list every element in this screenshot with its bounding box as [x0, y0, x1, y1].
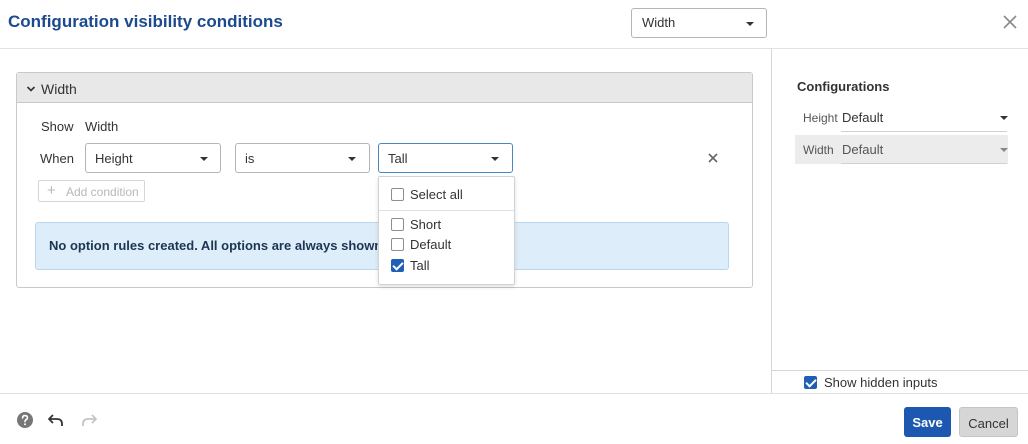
condition-input-value: Height: [95, 151, 133, 166]
condition-input-select[interactable]: Height: [85, 143, 221, 173]
option-label: Short: [410, 217, 442, 232]
chevron-down-icon: [200, 157, 208, 161]
menu-divider: [379, 210, 514, 211]
option-dropdown-menu: Select all Short Default Tall: [378, 176, 515, 285]
show-value: Width: [85, 119, 119, 134]
when-label: When: [40, 151, 74, 166]
configuration-select-value: Width: [642, 15, 676, 30]
show-label: Show: [41, 119, 74, 134]
select-all-label: Select all: [410, 187, 463, 202]
configuration-row-height[interactable]: Height Default: [795, 103, 1008, 132]
configuration-value: Default: [842, 110, 884, 125]
option-checkbox[interactable]: [391, 218, 404, 231]
condition-option-value: Tall: [388, 151, 408, 166]
chevron-down-icon[interactable]: [26, 82, 36, 92]
add-condition-button[interactable]: + Add condition: [38, 180, 145, 202]
chevron-down-icon: [1000, 116, 1008, 120]
info-message: No option rules created. All options are…: [49, 238, 386, 253]
configuration-underline: [841, 131, 1007, 132]
chevron-down-icon: [348, 157, 356, 161]
configuration-value: Default: [842, 142, 884, 157]
undo-icon[interactable]: [47, 411, 65, 429]
header-divider: [0, 48, 1028, 49]
cancel-button[interactable]: Cancel: [959, 407, 1018, 437]
option-checkbox[interactable]: [391, 238, 404, 251]
redo-icon[interactable]: [80, 411, 98, 429]
condition-panel-header[interactable]: Width: [17, 73, 752, 103]
chevron-down-icon: [746, 22, 754, 26]
footer-divider: [0, 393, 1028, 394]
add-condition-label: Add condition: [66, 185, 139, 199]
option-checkbox-checked[interactable]: [391, 259, 404, 272]
select-all-checkbox[interactable]: [391, 188, 404, 201]
remove-condition-icon[interactable]: [706, 151, 720, 165]
show-hidden-inputs-label: Show hidden inputs: [824, 375, 938, 390]
plus-icon: +: [47, 182, 56, 199]
configuration-name: Height: [803, 111, 838, 125]
configuration-name: Width: [803, 143, 834, 157]
condition-operator-select[interactable]: is: [235, 143, 370, 173]
configuration-select[interactable]: Width: [631, 8, 767, 38]
condition-panel-title: Width: [41, 81, 77, 97]
chevron-down-icon: [1000, 148, 1008, 152]
configuration-row-width: Width Default: [795, 135, 1008, 164]
condition-operator-value: is: [245, 151, 255, 166]
sidebar-divider: [771, 49, 772, 394]
show-hidden-inputs-checkbox[interactable]: [804, 376, 817, 389]
dialog-title: Configuration visibility conditions: [8, 12, 283, 31]
sidebar-footer-divider: [772, 370, 1028, 371]
configuration-underline: [841, 163, 1007, 164]
close-icon[interactable]: [1000, 12, 1020, 32]
chevron-down-icon: [491, 157, 499, 161]
help-circle-icon[interactable]: [16, 411, 34, 429]
option-label: Tall: [410, 258, 430, 273]
configurations-title: Configurations: [797, 79, 890, 94]
condition-option-select[interactable]: Tall: [378, 143, 513, 173]
option-label: Default: [410, 237, 452, 252]
save-button[interactable]: Save: [904, 407, 951, 437]
